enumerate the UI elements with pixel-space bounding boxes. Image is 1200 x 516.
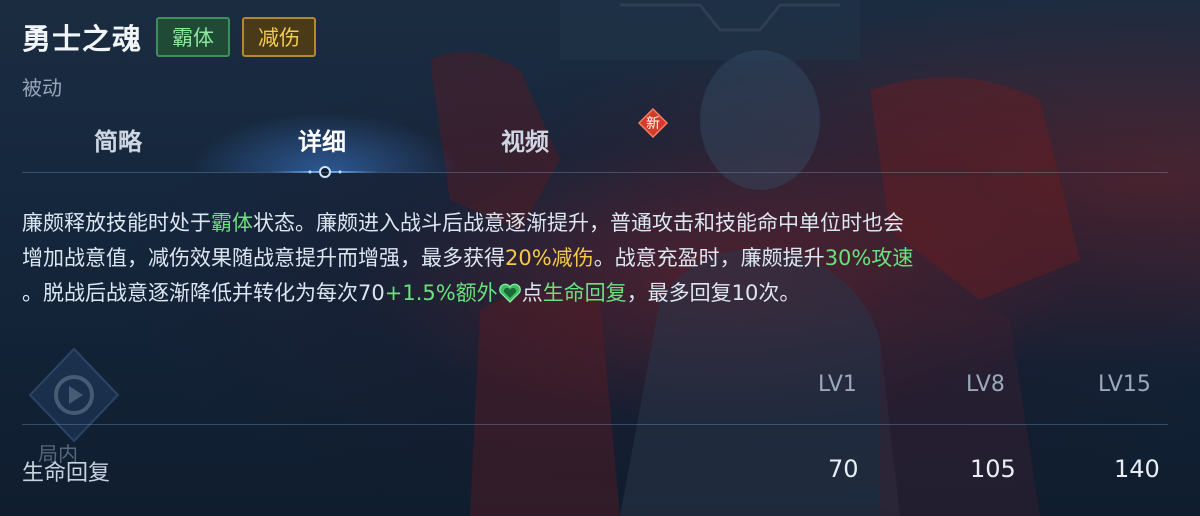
replay-icon[interactable]: [26, 345, 122, 453]
keyword-health-regen: 生命回复: [542, 281, 627, 305]
keyword-super-armor: 霸体: [211, 211, 253, 235]
keyword-extra-health: +1.5%额外: [384, 281, 498, 305]
tab-brief[interactable]: 简略: [94, 122, 142, 157]
tab-divider: [22, 172, 1168, 173]
new-badge-label: 新: [646, 116, 660, 132]
skill-type: 被动: [22, 76, 62, 100]
skill-title-row: 勇士之魂 霸体 减伤: [22, 14, 317, 60]
level-header-15: LV15: [1098, 372, 1151, 397]
stat-value-lv1: 70: [828, 455, 859, 483]
skill-description: 廉颇释放技能时处于霸体状态。廉颇进入战斗后战意逐渐提升，普通攻击和技能命中单位时…: [22, 206, 1172, 311]
skill-name: 勇士之魂: [22, 22, 143, 56]
tab-detail[interactable]: 详细: [298, 122, 346, 157]
tag-super-armor: 霸体: [156, 17, 231, 57]
heart-icon: [498, 283, 521, 303]
tag-damage-reduction: 减伤: [242, 17, 317, 57]
stat-value-lv8: 105: [970, 455, 1016, 483]
description-line-3: 。脱战后战意逐渐降低并转化为每次70+1.5%额外 点生命回复，最多回复10次。: [22, 281, 801, 305]
new-badge: 新: [638, 108, 668, 138]
stats-divider: [22, 424, 1168, 425]
level-header-1: LV1: [818, 372, 857, 397]
keyword-damage-reduction: 20%减伤: [505, 246, 594, 270]
description-line-1: 廉颇释放技能时处于霸体状态。廉颇进入战斗后战意逐渐提升，普通攻击和技能命中单位时…: [22, 211, 904, 235]
stat-label-health-regen: 生命回复: [22, 461, 111, 486]
stat-value-lv15: 140: [1114, 455, 1160, 483]
keyword-attack-speed: 30%攻速: [824, 246, 914, 270]
tab-bar: 简略 详细 视频: [0, 112, 1200, 172]
level-header-8: LV8: [966, 372, 1005, 397]
tab-video[interactable]: 视频: [501, 122, 549, 157]
description-line-2: 增加战意值，减伤效果随战意提升而增强，最多获得20%减伤。战意充盈时，廉颇提升3…: [22, 246, 914, 270]
